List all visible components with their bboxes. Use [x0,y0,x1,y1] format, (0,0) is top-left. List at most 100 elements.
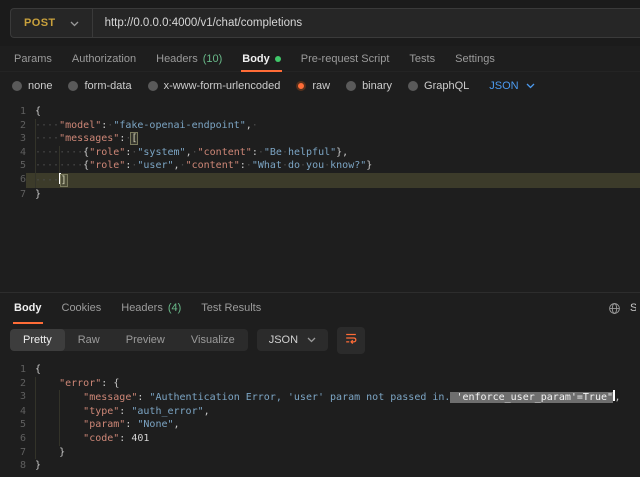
tab-label: Tests [409,53,435,65]
request-tab-authorization[interactable]: Authorization [62,46,146,71]
body-mode-label: binary [362,80,392,92]
wrap-text-button[interactable] [337,327,365,354]
token: } [59,447,65,458]
indent-guide [59,390,60,405]
code-line[interactable]: 4 "type": "auth_error", [0,405,640,419]
code-line[interactable]: 6····] [0,173,640,188]
token: helpful" [288,147,336,158]
token: you [306,160,324,171]
token: ] [61,175,67,186]
code-line[interactable]: 7 } [0,446,640,460]
code-text: } [26,188,640,202]
status-text-clipped: S [630,302,636,314]
token: "param" [83,419,125,430]
token: "role" [89,160,125,171]
radio-icon [408,81,418,91]
tab-label: Headers [121,302,163,314]
token: "error" [59,378,101,389]
radio-icon [12,81,22,91]
radio-icon [68,81,78,91]
response-body-editor[interactable]: 1{2 "error": {3 "message": "Authenticati… [0,358,640,477]
code-line[interactable]: 1{ [0,363,640,377]
code-line[interactable]: 2 "error": { [0,377,640,391]
request-language-label: JSON [489,80,518,92]
token: know?" [330,160,366,171]
code-text: } [26,446,640,460]
token: ···· [35,120,59,131]
view-mode-visualize[interactable]: Visualize [178,329,248,351]
tab-label: Body [242,53,270,65]
code-text: { [26,105,640,119]
token: , [615,392,621,403]
method-label: POST [24,17,56,29]
request-tab-pre-request-script[interactable]: Pre-request Script [291,46,400,71]
globe-icon[interactable] [608,302,621,315]
token: "auth_error" [131,406,203,417]
indent-guide [59,146,60,160]
indent-guide [35,377,36,391]
code-line[interactable]: 4········{"role":·"system",·"content":·"… [0,146,640,160]
view-mode-preview[interactable]: Preview [113,329,178,351]
body-mode-form-data[interactable]: form-data [68,80,131,92]
code-line[interactable]: 5 "param": "None", [0,418,640,432]
code-line[interactable]: 5········{"role":·"user",·"content":·"Wh… [0,159,640,173]
token: "content" [198,147,252,158]
body-mode-x-www-form-urlencoded[interactable]: x-www-form-urlencoded [148,80,281,92]
token: } [366,160,372,171]
line-number: 7 [0,188,26,202]
request-body-editor[interactable]: 1{2····"model":·"fake-openai-endpoint",·… [0,100,640,292]
code-text: ····"model":·"fake-openai-endpoint",· [26,119,640,133]
code-text: } [26,459,640,473]
code-line[interactable]: 3····"messages":·[ [0,132,640,146]
url-input[interactable] [93,17,640,29]
request-language-select[interactable]: JSON [489,80,534,92]
code-line[interactable]: 7} [0,188,640,202]
body-mode-graphql[interactable]: GraphQL [408,80,469,92]
request-tab-tests[interactable]: Tests [399,46,445,71]
body-mode-raw[interactable]: raw [296,80,330,92]
token: "user" [137,160,173,171]
code-text: { [26,363,640,377]
indent-guide [35,405,36,419]
radio-icon [296,81,306,91]
token: "type" [83,406,119,417]
postman-window: POST ParamsAuthorizationHeaders(10) Body P… [0,0,640,477]
indent-guide [35,146,36,160]
request-tab-body[interactable]: Body [232,46,291,71]
request-tab-headers[interactable]: Headers(10) [146,46,232,71]
code-line[interactable]: 1{ [0,105,640,119]
token: "message" [83,392,137,403]
token: { [35,364,41,375]
code-line[interactable]: 8} [0,459,640,473]
response-language-label: JSON [269,334,298,346]
line-number: 2 [0,119,26,133]
token: do [288,160,300,171]
indent-guide [35,159,36,173]
response-tab-body[interactable]: Body [4,293,52,323]
chevron-down-icon [70,14,79,32]
body-mode-binary[interactable]: binary [346,80,392,92]
line-number: 1 [0,363,26,377]
code-line[interactable]: 3 "message": "Authentication Error, 'use… [0,390,640,405]
response-tab-test-results[interactable]: Test Results [191,293,271,323]
tab-label: Body [14,302,42,314]
token: "role" [89,147,125,158]
view-mode-pretty[interactable]: Pretty [10,329,65,351]
method-selector[interactable]: POST [11,9,92,37]
token: "content" [186,160,240,171]
request-tab-settings[interactable]: Settings [445,46,505,71]
indent-guide [59,405,60,419]
line-number: 1 [0,105,26,119]
view-mode-raw[interactable]: Raw [65,329,113,351]
request-tab-params[interactable]: Params [4,46,62,71]
code-text: "param": "None", [26,418,640,432]
body-mode-none[interactable]: none [12,80,52,92]
response-tab-cookies[interactable]: Cookies [52,293,112,323]
body-mode-label: raw [312,80,330,92]
code-line[interactable]: 6 "code": 401 [0,432,640,446]
code-line[interactable]: 2····"model":·"fake-openai-endpoint",· [0,119,640,133]
code-text: ····"messages":·[ [26,132,640,146]
response-tab-headers[interactable]: Headers(4) [111,293,191,323]
code-text: "code": 401 [26,432,640,446]
response-language-select[interactable]: JSON [257,329,328,351]
